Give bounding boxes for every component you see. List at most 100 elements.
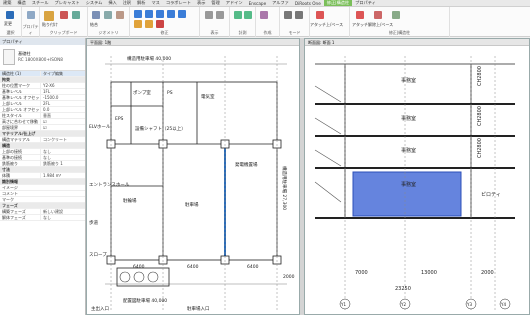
ribbon-tab-0[interactable]: 建築 — [0, 0, 14, 6]
create-group-icon[interactable] — [260, 11, 268, 19]
property-value[interactable]: 1.984 m³ — [40, 173, 85, 178]
section-view[interactable]: 断面図: 断面 1 事務室 事務室 事務室 事務室 ピロティ CH2800 CH… — [304, 38, 530, 315]
dim-2: 6400 — [187, 264, 199, 270]
properties-icon[interactable] — [27, 11, 35, 19]
array-icon[interactable] — [134, 20, 142, 28]
ribbon-tab-8[interactable]: マス — [148, 0, 162, 6]
pedestrian-label: 歩道 — [89, 219, 98, 226]
ribbon-tab-12[interactable]: アドイン — [223, 0, 246, 6]
property-value[interactable]: Y2-X6 — [40, 83, 85, 88]
right-dimension-text: 構造用駐車場 27,300 — [281, 166, 288, 210]
group-label-view: 表示 — [210, 30, 219, 35]
ribbon-tab-14[interactable]: アルファ — [269, 0, 292, 6]
ribbon-tab-16[interactable]: 修正|構造柱 — [323, 0, 353, 6]
ribbon-tab-4[interactable]: システム — [83, 0, 106, 6]
join-icon[interactable] — [72, 11, 80, 19]
ribbon-tab-6[interactable]: 注釈 — [120, 0, 134, 6]
selected-section-element[interactable] — [352, 171, 462, 217]
paste-label: 貼り付け — [42, 22, 58, 27]
cope-icon[interactable] — [92, 11, 100, 19]
revit-app: 建築 構造 スチール プレキャスト システム 挿入 注釈 解析 マス コラボレート 表示 管理 アドイン… — [0, 0, 530, 315]
move-icon[interactable] — [145, 10, 153, 18]
hide-icon[interactable] — [205, 11, 213, 19]
beam-truss-icon[interactable] — [374, 11, 382, 19]
delete-icon[interactable] — [156, 20, 164, 28]
sec-dim-2: 13000 — [421, 270, 437, 276]
height-2: CH2800 — [477, 106, 483, 126]
group-label-modify: 修正 — [160, 30, 169, 35]
ribbon-tab-11[interactable]: 管理 — [208, 0, 222, 6]
ribbon-tab-5[interactable]: 挿入 — [105, 0, 119, 6]
ribbon-group-create: 作成 — [256, 7, 280, 37]
balcony-label: ピロティ — [481, 192, 501, 198]
dim-3: 6400 — [247, 264, 259, 270]
ribbon-group-mode: モード — [280, 7, 310, 37]
scale-icon[interactable] — [145, 20, 153, 28]
detach-icon[interactable] — [356, 11, 364, 19]
property-value[interactable]: ☑ — [40, 125, 85, 130]
properties-panel: プロパティ 基礎柱 RC 1800X800+ISON8 構造柱 (1) タイプ編… — [0, 38, 86, 315]
modify-arrow-icon[interactable] — [6, 11, 14, 19]
main-entry-label: 主出入口 — [91, 305, 109, 312]
align-icon[interactable] — [134, 10, 142, 18]
elec-gen-label: 発電機置場 — [235, 161, 258, 168]
ribbon-tab-15[interactable]: DiRoots One — [292, 1, 324, 6]
attach-label: アタッチ上/ベース — [310, 22, 344, 27]
property-value[interactable]: コンクリート — [40, 136, 85, 143]
bicycle-marks — [119, 271, 159, 283]
ribbon-tab-7[interactable]: 解析 — [134, 0, 148, 6]
ribbon-tab-10[interactable]: 表示 — [194, 0, 208, 6]
ribbon-tab-2[interactable]: スチール — [29, 0, 52, 6]
ribbon-tab-13[interactable]: Enscape — [246, 1, 270, 6]
override-icon[interactable] — [216, 11, 224, 19]
cut-icon[interactable] — [60, 11, 68, 19]
pump-room-label: ポンプ室 — [133, 89, 151, 96]
property-value[interactable]: 0.0 — [40, 107, 85, 112]
dimension-icon[interactable] — [244, 11, 252, 19]
ribbon-tab-9[interactable]: コラボレート — [163, 0, 194, 6]
edit-family-icon[interactable] — [284, 11, 292, 19]
plan-drawing[interactable]: 構造用駐車場 40,000 ポンプ室 PS EPS ELVホール 電気室 設備シ… — [87, 46, 300, 315]
parking-entry-label: 駐車場入口 — [187, 305, 210, 312]
ribbon-tab-3[interactable]: プレキャスト — [52, 0, 83, 6]
edit-type-button[interactable]: タイプ編集 — [40, 70, 85, 77]
type-selector[interactable]: 基礎柱 RC 1800X800+ISON8 — [0, 45, 85, 71]
ribbon-tab-1[interactable]: 構造 — [14, 0, 28, 6]
mirror-icon[interactable] — [178, 10, 186, 18]
property-value[interactable]: なし — [40, 214, 85, 221]
entrance-label: エントランスホール — [89, 182, 130, 188]
parking-label: 駐車場 — [185, 201, 199, 208]
room-label-4: 事務室 — [401, 181, 416, 188]
join-geometry-icon[interactable] — [116, 11, 124, 19]
ribbon-group-clipboard: 貼り付け クリップボード — [40, 7, 88, 37]
ribbon-panel: 変更 選択 プロパティ 貼り付け クリップボード 結合 ジオメトリ 修正 表示 … — [0, 7, 530, 37]
section-drawing[interactable]: 事務室 事務室 事務室 事務室 ピロティ CH2800 CH2800 CH280… — [305, 46, 530, 315]
property-row[interactable]: 解体フェーズ なし — [0, 214, 85, 221]
axis-y2: Y2 — [400, 302, 406, 307]
attach-top-icon[interactable] — [316, 11, 324, 19]
room-label-1: 事務室 — [401, 77, 416, 84]
analytical-icon[interactable] — [392, 11, 400, 19]
property-value[interactable]: 垂直 — [40, 112, 85, 119]
group-label-mode: モード — [288, 30, 301, 35]
property-value[interactable]: 鉄筋被り 1 — [40, 160, 85, 167]
cut-geometry-icon[interactable] — [104, 11, 112, 19]
ribbon-group-properties: プロパティ — [22, 7, 40, 37]
measure-icon[interactable] — [234, 11, 242, 19]
property-value[interactable]: 1FL — [40, 89, 85, 94]
ribbon-tab-17[interactable]: プロパティ — [352, 0, 379, 6]
copy-icon[interactable] — [156, 10, 164, 18]
join-label: 結合 — [90, 22, 98, 27]
section-view-title: 断面図: 断面 1 — [305, 39, 529, 46]
plan-view[interactable]: 平面図: 1階 構造用駐車場 40,000 ポンプ室 PS EPS ELVホール… — [86, 38, 300, 315]
sec-dim-1: 7000 — [355, 270, 368, 276]
highlight-icon[interactable] — [295, 11, 303, 19]
property-value[interactable]: ☑ — [40, 119, 85, 124]
grid-heads: Y1 Y2 Y3 Y4 — [339, 298, 511, 310]
group-label-clipboard: クリップボード — [49, 30, 78, 35]
paste-icon[interactable] — [44, 11, 54, 21]
rotate-icon[interactable] — [167, 10, 175, 18]
ribbon-group-modify: 修正 — [130, 7, 200, 37]
property-value[interactable]: -1500.0 — [40, 95, 85, 100]
property-value[interactable]: 2FL — [40, 101, 85, 106]
